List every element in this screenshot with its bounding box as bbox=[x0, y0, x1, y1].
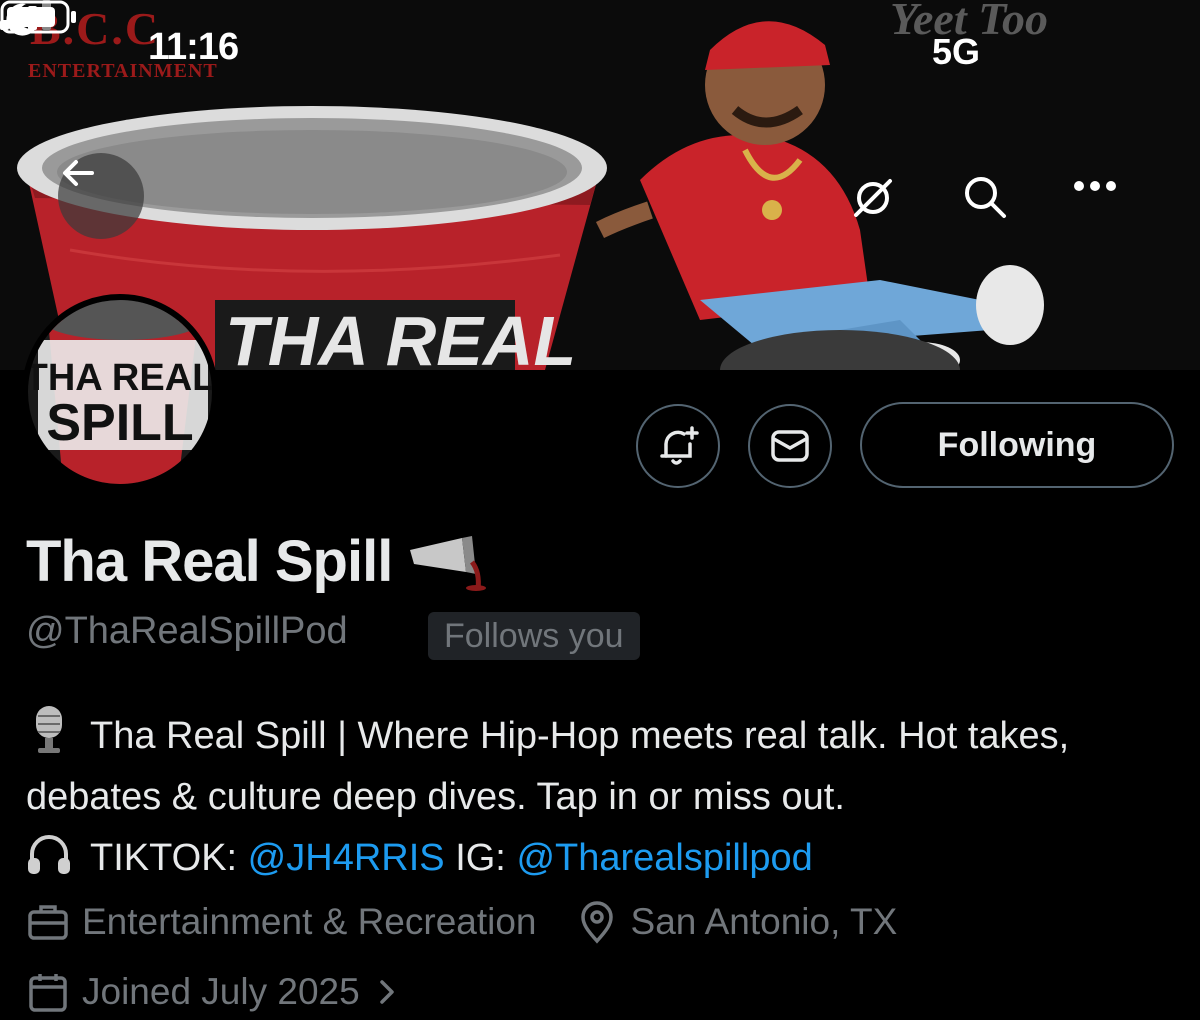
notifications-button[interactable] bbox=[636, 404, 720, 488]
avatar[interactable]: THA REAL SPILL bbox=[22, 294, 218, 490]
joined-item[interactable]: Joined July 2025 bbox=[26, 970, 414, 1014]
back-arrow-icon bbox=[63, 160, 94, 186]
status-time: 11:16 bbox=[148, 26, 239, 68]
grok-icon bbox=[854, 179, 892, 217]
handle: @ThaRealSpillPod bbox=[26, 610, 348, 652]
avatar-line2: SPILL bbox=[46, 394, 193, 452]
instagram-link[interactable]: @Tharealspillpod bbox=[516, 837, 812, 879]
grok-button[interactable] bbox=[850, 175, 902, 227]
location-pin-icon bbox=[580, 901, 613, 944]
microphone-icon bbox=[36, 706, 62, 753]
ig-label: IG: bbox=[455, 837, 506, 879]
location-text: San Antonio, TX bbox=[630, 901, 898, 942]
bell-plus-icon bbox=[660, 426, 699, 465]
cup-text: THA REAL bbox=[225, 302, 576, 370]
avatar-line1: THA REAL bbox=[28, 357, 212, 399]
joined-text: Joined July 2025 bbox=[82, 971, 360, 1012]
more-options-icon bbox=[1074, 181, 1116, 191]
more-options-button[interactable] bbox=[1072, 178, 1124, 218]
location-item: San Antonio, TX bbox=[575, 900, 898, 944]
joined-row[interactable]: Joined July 2025 bbox=[26, 970, 452, 1014]
profile-meta-row: Entertainment & Recreation San Antonio, … bbox=[26, 900, 935, 944]
battery-icon bbox=[0, 0, 76, 34]
search-button[interactable] bbox=[960, 172, 1016, 228]
calendar-icon bbox=[29, 974, 67, 1012]
chevron-right-icon bbox=[379, 980, 394, 1004]
envelope-icon bbox=[771, 430, 809, 462]
bio: Tha Real Spill | Where Hip-Hop meets rea… bbox=[26, 704, 1176, 889]
avatar-image: THA REAL SPILL bbox=[28, 300, 212, 484]
spilling-cup-icon bbox=[410, 535, 487, 591]
follows-you-badge: Follows you bbox=[428, 612, 640, 660]
category-text: Entertainment & Recreation bbox=[82, 901, 537, 942]
bio-text: Tha Real Spill | Where Hip-Hop meets rea… bbox=[26, 715, 1070, 818]
following-button[interactable]: Following bbox=[860, 402, 1174, 488]
tiktok-label: TIKTOK: bbox=[90, 837, 238, 879]
profile-screen: THA REAL B.C.C ENTERTAINMENT Yeet Too 11… bbox=[0, 0, 1200, 1020]
display-name-row: Tha Real Spill bbox=[26, 528, 490, 595]
tiktok-link[interactable]: @JH4RRIS bbox=[248, 837, 445, 879]
category-item: Entertainment & Recreation bbox=[26, 900, 537, 944]
display-name: Tha Real Spill bbox=[26, 529, 393, 594]
back-button[interactable] bbox=[58, 153, 144, 239]
network-type: 5G bbox=[932, 31, 981, 72]
message-button[interactable] bbox=[748, 404, 832, 488]
headphones-icon bbox=[28, 835, 70, 874]
search-icon bbox=[965, 177, 1006, 218]
briefcase-icon bbox=[28, 905, 68, 940]
